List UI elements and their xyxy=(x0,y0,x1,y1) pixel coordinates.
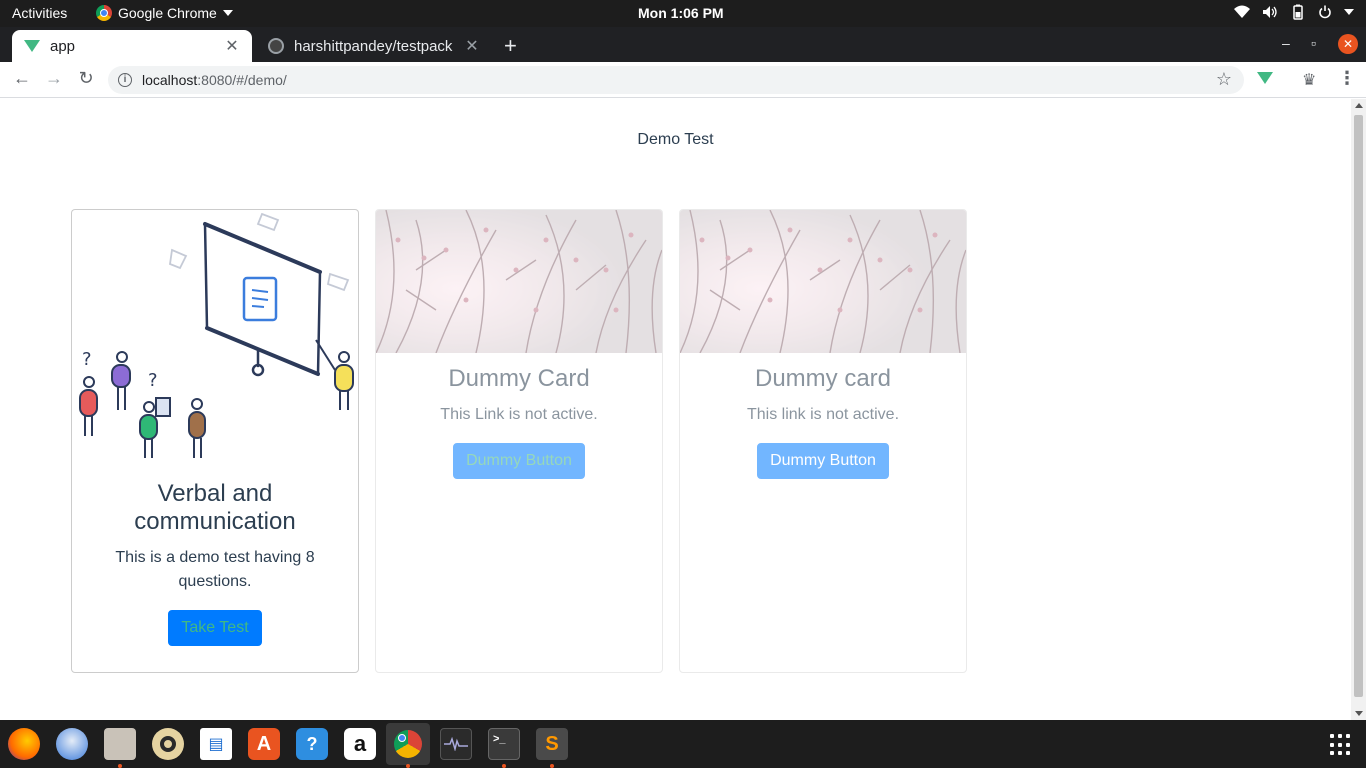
url-path: :8080/#/demo/ xyxy=(197,72,287,88)
power-icon xyxy=(1319,5,1331,19)
chevron-down-icon xyxy=(222,10,233,16)
dummy-card: Dummy card This link is not active. Dumm… xyxy=(679,209,967,673)
back-arrow-icon[interactable]: ← xyxy=(10,68,34,89)
tab-title: app xyxy=(50,37,76,55)
show-applications-icon[interactable] xyxy=(1330,734,1352,756)
browser-toolbar: ← → ↻ i localhost:8080/#/demo/ ☆ ♛ ⋮ xyxy=(0,62,1366,98)
rhythmbox-icon[interactable] xyxy=(152,728,184,760)
page-content: Demo Test ? ? Verbal and communication T… xyxy=(0,99,1351,720)
waveform-icon xyxy=(444,737,468,751)
system-monitor-icon[interactable] xyxy=(440,728,472,760)
running-indicator xyxy=(502,764,506,768)
tab-title: harshittpandey/testpack xyxy=(294,37,453,55)
running-indicator xyxy=(550,764,554,768)
sublime-icon[interactable]: S xyxy=(536,728,568,760)
vue-icon xyxy=(24,40,40,52)
url-host: localhost xyxy=(142,72,198,88)
forward-arrow-icon[interactable]: → xyxy=(42,68,66,89)
system-top-bar: Activities Google Chrome Mon 1:06 PM xyxy=(0,0,1366,27)
tab-strip: app ✕ harshittpandey/testpack ✕ + – ▫ ✕ xyxy=(0,27,1366,62)
restore-icon[interactable]: ▫ xyxy=(1311,35,1316,51)
files-icon[interactable] xyxy=(104,728,136,760)
reload-icon[interactable]: ↻ xyxy=(74,68,98,89)
close-icon[interactable]: ✕ xyxy=(464,36,480,56)
card-title: Dummy card xyxy=(754,365,892,392)
scroll-up-icon[interactable] xyxy=(1355,103,1363,108)
github-icon xyxy=(268,38,284,54)
card-title: Verbal and communication xyxy=(134,480,296,535)
vue-devtools-extension-icon[interactable] xyxy=(1257,72,1273,84)
info-icon[interactable]: i xyxy=(118,73,132,87)
wifi-icon xyxy=(1234,5,1250,18)
new-tab-button[interactable]: + xyxy=(504,33,517,59)
writer-icon[interactable]: ▤ xyxy=(200,728,232,760)
chevron-down-icon xyxy=(1344,9,1354,15)
firefox-icon[interactable] xyxy=(8,728,40,760)
svg-text:?: ? xyxy=(82,349,92,370)
software-icon[interactable]: A xyxy=(248,728,280,760)
clock[interactable]: Mon 1:06 PM xyxy=(638,5,724,21)
card-text: This Link is not active. xyxy=(440,406,598,423)
amazon-icon[interactable]: a xyxy=(344,728,376,760)
tab-app[interactable]: app ✕ xyxy=(12,30,252,62)
blossom-branches-photo xyxy=(680,210,966,353)
activities-button[interactable]: Activities xyxy=(12,5,67,21)
chrome-dock-item[interactable] xyxy=(386,723,430,765)
help-icon[interactable]: ? xyxy=(296,728,328,760)
extension-icon[interactable]: ♛ xyxy=(1302,70,1316,90)
test-card: ? ? Verbal and communication This is a d… xyxy=(71,209,359,673)
card-text: This is a demo test having 8 questions. xyxy=(115,549,315,590)
menu-kebab-icon[interactable]: ⋮ xyxy=(1338,68,1356,89)
card-text: This link is not active. xyxy=(746,406,900,423)
terminal-icon[interactable]: >_ xyxy=(488,728,520,760)
bookmark-star-icon[interactable]: ☆ xyxy=(1216,69,1232,90)
vue-icon xyxy=(1257,72,1273,84)
running-indicator xyxy=(118,764,122,768)
address-bar[interactable]: i localhost:8080/#/demo/ ☆ xyxy=(108,66,1244,94)
volume-icon xyxy=(1263,6,1277,18)
dummy-card: Dummy Card This Link is not active. Dumm… xyxy=(375,209,663,673)
dummy-button[interactable]: Dummy Button xyxy=(757,443,889,479)
chrome-icon xyxy=(96,5,112,21)
take-test-button[interactable]: Take Test xyxy=(168,610,262,646)
scrollbar-thumb[interactable] xyxy=(1354,115,1363,697)
page-title: Demo Test xyxy=(637,131,714,148)
minimize-icon[interactable]: – xyxy=(1282,35,1290,51)
window-close-icon[interactable]: ✕ xyxy=(1338,34,1358,54)
scroll-down-icon[interactable] xyxy=(1355,711,1363,716)
battery-icon xyxy=(1293,4,1303,20)
dummy-button[interactable]: Dummy Button xyxy=(453,443,585,479)
disc-icon xyxy=(160,736,176,752)
running-indicator xyxy=(406,764,410,768)
card-title: Dummy Card xyxy=(448,365,590,392)
close-icon[interactable]: ✕ xyxy=(224,36,240,56)
blossom-branches-photo xyxy=(376,210,662,353)
dock: ▤ A ? a >_ S xyxy=(0,720,1366,768)
page-scrollbar[interactable] xyxy=(1351,99,1366,720)
app-menu-label: Google Chrome xyxy=(118,5,217,21)
presentation-illustration: ? ? xyxy=(79,212,354,458)
tab-github[interactable]: harshittpandey/testpack ✕ xyxy=(256,30,492,62)
app-menu[interactable]: Google Chrome xyxy=(96,5,233,21)
thunderbird-icon[interactable] xyxy=(56,728,88,760)
svg-text:?: ? xyxy=(148,370,158,391)
chrome-icon xyxy=(394,730,422,758)
system-tray[interactable] xyxy=(1234,4,1354,20)
